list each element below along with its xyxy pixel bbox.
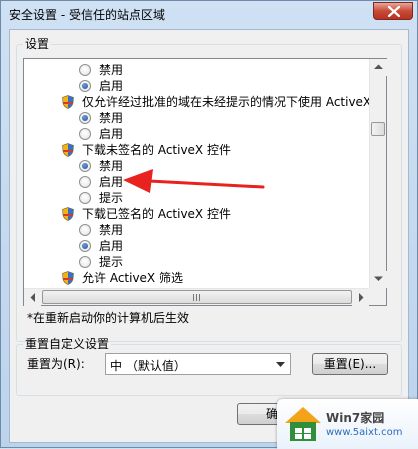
radio-option-label: 提示 xyxy=(99,191,124,205)
scroll-up-arrow-icon xyxy=(374,64,383,69)
scroll-left-arrow-icon xyxy=(30,293,35,302)
scroll-grip-icon xyxy=(193,294,201,301)
title-bar[interactable]: 安全设置 - 受信任的站点区域 xyxy=(1,1,417,29)
category-header-label: 仅允许经过批准的域在未经提示的情况下使用 ActiveX xyxy=(82,95,369,109)
reset-button[interactable]: 重置(E)... xyxy=(312,353,388,375)
scroll-corner xyxy=(369,288,386,305)
reset-level-value: 中 （默认值） xyxy=(110,359,186,373)
scroll-down-arrow-icon xyxy=(374,276,383,281)
radio-unchecked-icon[interactable] xyxy=(79,256,91,268)
reset-group-legend: 重置自定义设置 xyxy=(25,337,110,351)
site-watermark: Win7家园 www.5aixt.com xyxy=(277,399,418,449)
radio-option-label: 提示 xyxy=(99,255,124,269)
category-header-label: 下载已签名的 ActiveX 控件 xyxy=(82,207,231,221)
reset-level-dropdown[interactable]: 中 （默认值） xyxy=(105,353,291,375)
watermark-title: Win7家园 xyxy=(326,411,385,425)
radio-checked-icon[interactable] xyxy=(79,160,91,172)
close-button[interactable] xyxy=(373,2,413,20)
radio-option-label: 禁用 xyxy=(99,223,124,237)
shield-icon xyxy=(62,143,74,157)
security-settings-window: 安全设置 - 受信任的站点区域 设置 重置自定义设置 禁用 启用 仅允许经过批准的域… xyxy=(0,0,418,449)
settings-group-legend: 设置 xyxy=(25,37,50,51)
category-header-label: 允许 ActiveX 筛选 xyxy=(82,271,183,285)
radio-option-label: 禁用 xyxy=(99,159,124,173)
radio-option-label: 启用 xyxy=(99,79,124,93)
scroll-right-button[interactable] xyxy=(352,289,369,306)
category-header-label: 下载未签名的 ActiveX 控件 xyxy=(82,143,231,157)
scroll-up-button[interactable] xyxy=(370,59,387,76)
radio-unchecked-icon[interactable] xyxy=(79,192,91,204)
scroll-left-button[interactable] xyxy=(24,289,41,306)
settings-list[interactable]: 禁用 启用 仅允许经过批准的域在未经提示的情况下使用 ActiveX 禁用 启用 下载未签… xyxy=(23,58,387,306)
radio-option-label: 启用 xyxy=(99,239,124,253)
house-logo-icon xyxy=(285,407,321,441)
radio-option-label: 启用 xyxy=(99,127,124,141)
dropdown-arrow-icon xyxy=(276,362,285,367)
shield-icon xyxy=(62,207,74,221)
radio-option-label: 禁用 xyxy=(99,111,124,125)
reset-to-label: 重置为(R): xyxy=(27,357,85,371)
radio-unchecked-icon[interactable] xyxy=(79,128,91,140)
radio-unchecked-icon[interactable] xyxy=(79,224,91,236)
shield-icon xyxy=(62,271,74,285)
horizontal-scrollbar[interactable] xyxy=(24,288,369,306)
window-title: 安全设置 - 受信任的站点区域 xyxy=(9,8,165,22)
radio-option-label: 启用 xyxy=(99,175,124,189)
radio-option-label: 禁用 xyxy=(99,63,124,77)
scroll-down-button[interactable] xyxy=(370,271,387,288)
vertical-scrollbar[interactable] xyxy=(369,59,387,288)
close-icon xyxy=(388,6,400,17)
scroll-right-arrow-icon xyxy=(359,293,364,302)
radio-unchecked-icon[interactable] xyxy=(79,176,91,188)
radio-unchecked-icon[interactable] xyxy=(79,64,91,76)
restart-note: *在重新启动你的计算机后生效 xyxy=(27,311,190,325)
radio-checked-icon[interactable] xyxy=(79,112,91,124)
watermark-url: www.5aixt.com xyxy=(326,427,403,438)
radio-checked-icon[interactable] xyxy=(79,240,91,252)
shield-icon xyxy=(62,95,74,109)
radio-checked-icon[interactable] xyxy=(79,80,91,92)
horizontal-scroll-thumb[interactable] xyxy=(42,290,352,304)
settings-list-viewport: 禁用 启用 仅允许经过批准的域在未经提示的情况下使用 ActiveX 禁用 启用 下载未签… xyxy=(24,59,369,288)
vertical-scroll-thumb[interactable] xyxy=(371,122,385,136)
